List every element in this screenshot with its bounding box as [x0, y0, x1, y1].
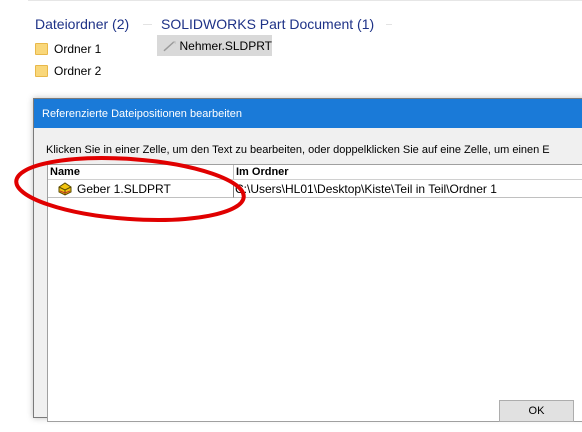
top-divider	[28, 0, 582, 1]
group-header-solidworks[interactable]: SOLIDWORKS Part Document (1)	[161, 16, 374, 32]
table-cell-name-text: Geber 1.SLDPRT	[77, 181, 171, 196]
folder-icon	[35, 65, 48, 77]
group-header-folders-line	[143, 24, 152, 25]
dialog-body: Klicken Sie in einer Zelle, um den Text …	[34, 128, 582, 422]
dialog-instruction: Klicken Sie in einer Zelle, um den Text …	[46, 144, 550, 156]
column-header-name[interactable]: Name	[48, 165, 234, 180]
folder-item-ordner-2[interactable]: Ordner 2	[35, 63, 101, 79]
group-header-solidworks-line	[386, 24, 392, 25]
folder-icon	[35, 43, 48, 55]
edit-references-dialog: Referenzierte Dateipositionen bearbeiten…	[33, 98, 582, 422]
table-cell-name[interactable]: Geber 1.SLDPRT	[48, 181, 234, 198]
folder-item-ordner-1[interactable]: Ordner 1	[35, 41, 101, 57]
folder-label: Ordner 2	[54, 64, 102, 78]
ok-button[interactable]: OK	[499, 400, 574, 422]
references-table: Name Im Ordner Geber 1.SLDPRT C:\Users\H…	[47, 164, 582, 422]
group-header-folders[interactable]: Dateiordner (2)	[35, 16, 129, 32]
solidworks-part-icon	[58, 182, 72, 196]
file-item-nehmer[interactable]: Nehmer.SLDPRT	[157, 35, 272, 56]
file-label: Nehmer.SLDPRT	[179, 38, 272, 53]
table-cell-folder[interactable]: C:\Users\HL01\Desktop\Kiste\Teil in Teil…	[234, 181, 582, 198]
dialog-title[interactable]: Referenzierte Dateipositionen bearbeiten	[34, 99, 582, 128]
column-header-folder[interactable]: Im Ordner	[234, 165, 582, 180]
solidworks-part-icon	[163, 40, 176, 51]
folder-label: Ordner 1	[54, 42, 102, 56]
